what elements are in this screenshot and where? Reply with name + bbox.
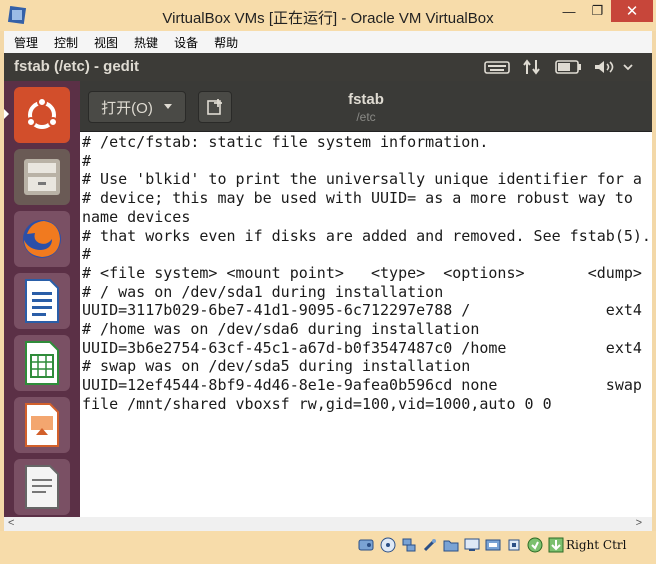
menu-help[interactable]: 帮助 <box>208 34 244 51</box>
menu-devices[interactable]: 设备 <box>168 34 204 51</box>
code-line: UUID=12ef4544-8bf9-4d46-8e1e-9afea0b596c… <box>82 376 642 395</box>
ubuntu-top-panel: fstab (/etc) - gedit <box>4 53 652 81</box>
volume-icon[interactable] <box>594 59 618 75</box>
text-editor-icon[interactable] <box>14 459 70 515</box>
mouse-integration-icon[interactable] <box>527 537 543 553</box>
network-icon[interactable] <box>401 537 417 553</box>
firefox-icon[interactable] <box>14 211 70 267</box>
document-path: /etc <box>356 110 376 124</box>
unity-launcher <box>4 81 80 518</box>
libreoffice-calc-icon[interactable] <box>14 335 70 391</box>
libreoffice-impress-icon[interactable] <box>14 397 70 453</box>
libreoffice-writer-icon[interactable] <box>14 273 70 329</box>
code-line: # device; this may be used with UUID= as… <box>82 189 633 208</box>
session-menu-icon[interactable] <box>622 59 634 75</box>
horizontal-scrollbar[interactable]: < > <box>4 517 652 531</box>
editor-text[interactable]: # /etc/fstab: static file system informa… <box>82 133 652 414</box>
menu-manage[interactable]: 管理 <box>8 34 44 51</box>
code-line: # /etc/fstab: static file system informa… <box>82 133 489 151</box>
active-window-title: fstab (/etc) - gedit <box>14 58 140 75</box>
code-line: # /home was on /dev/sda6 during installa… <box>82 320 480 339</box>
active-indicator <box>4 109 9 119</box>
gedit-headerbar: 打开(O) fstab /etc <box>80 81 652 132</box>
code-line: # Use 'blkid' to print the universally u… <box>82 170 642 189</box>
files-icon[interactable] <box>14 149 70 205</box>
code-line: name devices <box>82 207 191 226</box>
guest-screen[interactable]: fstab (/etc) - gedit 打开(O) fstab /etc # … <box>4 53 652 518</box>
code-line: # swap was on /dev/sda5 during installat… <box>82 357 471 376</box>
text-editor-area[interactable]: # /etc/fstab: static file system informa… <box>80 132 652 518</box>
code-line: # <box>82 245 92 264</box>
maximize-button[interactable]: ❐ <box>584 0 611 22</box>
host-key-label: Right Ctrl <box>566 538 627 552</box>
code-line: # that works even if disks are added and… <box>82 226 651 245</box>
code-line: # <file system> <mount point> <type> <op… <box>82 263 652 282</box>
window-titlebar[interactable]: VirtualBox VMs [正在运行] - Oracle VM Virtua… <box>0 0 656 31</box>
host-key-icon[interactable] <box>548 537 564 553</box>
ubuntu-dash-icon[interactable] <box>14 87 70 143</box>
hdd-icon[interactable] <box>358 537 374 553</box>
minimize-button[interactable]: — <box>554 0 584 22</box>
menu-hotkey[interactable]: 热键 <box>128 34 164 51</box>
scroll-left-arrow[interactable]: < <box>8 517 14 529</box>
close-button[interactable]: ✕ <box>611 0 653 22</box>
code-line: UUID=3117b029-6be7-41d1-9095-6c712297e78… <box>82 301 642 320</box>
vm-statusbar: Right Ctrl <box>0 531 656 564</box>
menu-control[interactable]: 控制 <box>48 34 84 51</box>
video-capture-icon[interactable] <box>485 537 501 553</box>
menu-view[interactable]: 视图 <box>88 34 124 51</box>
code-line: file /mnt/shared vboxsf rw,gid=100,vid=1… <box>82 394 552 413</box>
menubar: 管理 控制 视图 热键 设备 帮助 <box>4 31 652 53</box>
network-transfer-icon[interactable] <box>522 59 542 75</box>
code-line: # / was on /dev/sda1 during installation <box>82 282 444 301</box>
cpu-icon[interactable] <box>506 537 522 553</box>
optical-drive-icon[interactable] <box>380 537 396 553</box>
scroll-right-arrow[interactable]: > <box>636 517 642 529</box>
keyboard-icon[interactable] <box>484 59 510 75</box>
battery-icon[interactable] <box>555 59 583 75</box>
code-line: # <box>82 151 92 170</box>
display-icon[interactable] <box>464 537 480 553</box>
shared-folder-icon[interactable] <box>443 537 459 553</box>
usb-icon[interactable] <box>422 537 438 553</box>
code-line: UUID=3b6e2754-63cf-45c1-a67d-b0f3547487c… <box>82 338 642 357</box>
document-name: fstab <box>348 91 384 108</box>
